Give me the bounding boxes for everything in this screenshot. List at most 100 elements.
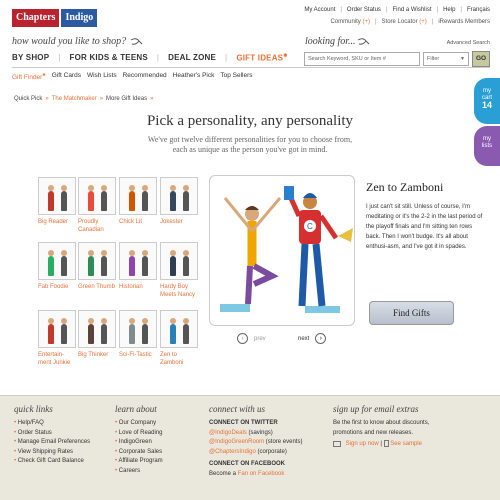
squiggle-arrow-icon [357,38,370,45]
chevron-down-icon: ▼ [460,56,465,62]
next-button[interactable]: next › [298,333,327,344]
personality-thumbnail [160,242,198,280]
personality-card[interactable]: Big Thinker [78,310,116,359]
twitter-heading: CONNECT ON TWITTER [209,420,278,426]
personality-thumbnail [160,177,198,215]
nav-kids-teens[interactable]: FOR KIDS & TEENS [70,53,148,63]
personality-label: Fab Foodie [38,284,69,290]
find-gifts-button[interactable]: Find Gifts [369,301,454,325]
personality-label: Hardy Boy Meets Nancy [160,284,196,298]
community-link[interactable]: Community (+) [330,19,370,25]
personality-label: Green Thumb [78,284,115,290]
personality-card[interactable]: Zen to Zamboni [160,310,198,367]
subnav-gift-finder[interactable]: Gift Finder✱ [12,72,46,81]
page-title: Pick a personality, any personality [146,113,354,129]
personality-card[interactable]: Sci-Fi-Tastic [119,310,157,359]
shop-prompt: how would you like to shop? [12,36,127,47]
footer-link[interactable]: • Order Status [14,429,90,439]
personality-card[interactable]: Entertain-ment Junkie [38,310,76,367]
nav-deal-zone[interactable]: DEAL ZONE [168,53,216,63]
help-link[interactable]: Help [443,7,455,13]
footer-link[interactable]: • View Shipping Rates [14,448,90,458]
email-desc: Be the first to know about discounts, [333,420,430,426]
sub-nav: Gift Finder✱ Gift Cards Wish Lists Recom… [12,72,253,81]
order-status-link[interactable]: Order Status [347,7,381,13]
personality-thumbnail [38,242,76,280]
facebook-fan-link[interactable]: Fan on Facebook [238,471,285,477]
personality-thumbnail [119,177,157,215]
personality-card[interactable]: Jokester [160,177,198,226]
footer-link[interactable]: • Our Company [115,419,163,429]
nav-gift-ideas[interactable]: GIFT IDEAS✱ [236,53,287,63]
personality-thumbnail [119,310,157,348]
personality-label: Sci-Fi-Tastic [119,352,152,358]
see-sample-link[interactable]: See sample [390,441,422,447]
footer-link[interactable]: • Check Gift Card Balance [14,457,90,467]
nav-by-shop[interactable]: BY SHOP [12,53,49,63]
top-links: My Account | Order Status | Find a Wishlis… [304,7,490,13]
personality-thumbnail [160,310,198,348]
chevron-right-icon: › [315,333,327,344]
personality-card[interactable]: Historian [119,242,157,291]
subnav-gift-cards[interactable]: Gift Cards [52,72,81,81]
filter-label: Filter [427,56,440,62]
divider [12,67,490,68]
facebook-line: Become a Fan on Facebook [209,470,285,477]
footer-learn-about: learn about • Our Company • Love of Read… [115,404,163,476]
feature-illustration: C [209,175,355,326]
footer-email: sign up for email extras Be the first to… [333,404,430,448]
go-button[interactable]: GO [472,51,490,67]
personality-thumbnail [119,242,157,280]
advanced-search-link[interactable]: Advanced Search [447,40,490,46]
personality-card[interactable]: Chick Lit [119,177,157,226]
facebook-heading: CONNECT ON FACEBOOK [209,461,286,467]
email-desc: promotions and new releases. [333,429,414,436]
footer-link[interactable]: • Manage Email Preferences [14,438,90,448]
brand-logo[interactable]: Chapters Indigo [12,9,98,27]
zen-zamboni-illustration: C [220,186,353,313]
doc-icon [383,440,389,447]
personality-label: Historian [119,284,143,290]
footer-connect: connect with us CONNECT ON TWITTER @Indi… [209,404,302,479]
footer-link[interactable]: • Love of Reading [115,429,163,439]
personality-card[interactable]: Proudly Canadian [78,177,116,234]
breadcrumb-matchmaker[interactable]: The Matchmaker [52,96,97,102]
breadcrumb: Quick Pick » The Matchmaker » More Gift … [14,96,154,102]
sign-up-link[interactable]: Sign up now [346,441,379,447]
personality-thumbnail [78,242,116,280]
footer-link[interactable]: • Help/FAQ [14,419,90,429]
footer-link[interactable]: • Affiliate Program [115,457,163,467]
search-prompt: looking for... [305,36,356,47]
personality-card[interactable]: Big Reader [38,177,76,226]
prev-button[interactable]: ‹ prev [237,333,266,344]
cart-count: 14 [481,100,492,110]
page-subtitle: We've got twelve different personalities… [147,135,353,154]
subnav-top-sellers[interactable]: Top Sellers [220,72,252,81]
footer-link[interactable]: • Careers [115,467,163,477]
filter-select[interactable]: Filter ▼ [423,52,469,66]
personality-label: Zen to Zamboni [160,352,184,366]
find-wishlist-link[interactable]: Find a Wishlist [393,7,432,13]
personality-thumbnail [38,177,76,215]
my-account-link[interactable]: My Account [304,7,335,13]
twitter-link[interactable]: @IndigoGreenRoom (store events) [209,438,302,448]
breadcrumb-more-gift-ideas[interactable]: More Gift Ideas [106,96,147,102]
francais-link[interactable]: Français [467,7,490,13]
personality-card[interactable]: Hardy Boy Meets Nancy [160,242,198,299]
chevron-left-icon: ‹ [237,333,248,344]
subnav-recommended[interactable]: Recommended [123,72,167,81]
feature-description: I just can't sit still. Unless of course… [366,204,483,250]
search-input[interactable]: Search Keyword, SKU or Item # [304,52,420,66]
personality-card[interactable]: Green Thumb [78,242,116,291]
footer-link[interactable]: • IndigoGreen [115,438,163,448]
irewards-link[interactable]: iRewards Members [438,19,490,25]
twitter-link[interactable]: @IndigoDeals (savings) [209,429,302,439]
twitter-link[interactable]: @ChaptersIndigo (corporate) [209,448,302,458]
breadcrumb-quick-pick[interactable]: Quick Pick [14,96,42,102]
subnav-wish-lists[interactable]: Wish Lists [87,72,117,81]
footer-heading: quick links [14,404,53,414]
footer-link[interactable]: • Corporate Sales [115,448,163,458]
personality-card[interactable]: Fab Foodie [38,242,76,291]
subnav-heathers-pick[interactable]: Heather's Pick [173,72,215,81]
store-locator-link[interactable]: Store Locator (+) [382,19,427,25]
